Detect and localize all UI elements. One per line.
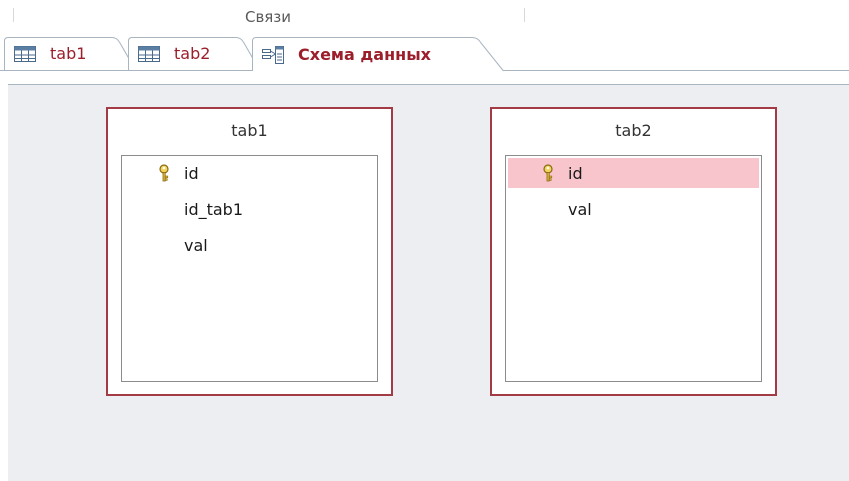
tab-schema[interactable]: Схема данных [252, 37, 504, 72]
table-icon [14, 45, 36, 62]
ribbon-separator [524, 8, 525, 22]
relationships-canvas[interactable]: tab1 id id_tab1 val tab2 id val [0, 84, 849, 481]
field-name: val [184, 235, 208, 255]
document-tabs: tab1 tab2 Схема данных [0, 34, 849, 84]
field-name: id [184, 163, 199, 183]
field-row[interactable]: val [508, 194, 759, 224]
field-name: id_tab1 [184, 199, 244, 219]
tab-tab1[interactable]: tab1 [4, 37, 136, 71]
key-icon [158, 164, 172, 182]
tab-label: Схема данных [298, 44, 431, 64]
tab-label: tab2 [174, 44, 211, 63]
relationships-icon [262, 46, 284, 64]
canvas-border [0, 84, 849, 85]
field-row-selected[interactable]: id [508, 158, 759, 188]
field-list[interactable]: id val [505, 155, 762, 382]
field-name: val [568, 199, 592, 219]
key-icon [542, 164, 556, 182]
table-title[interactable]: tab1 [108, 121, 391, 140]
table-title[interactable]: tab2 [492, 121, 775, 140]
field-list[interactable]: id id_tab1 val [121, 155, 378, 382]
table-box-tab1[interactable]: tab1 id id_tab1 val [106, 107, 393, 396]
field-name: id [568, 163, 583, 183]
ribbon-separator [13, 8, 14, 22]
field-row[interactable]: val [124, 230, 375, 260]
field-row[interactable]: id_tab1 [124, 194, 375, 224]
field-row[interactable]: id [124, 158, 375, 188]
table-icon [138, 45, 160, 62]
ribbon-group-strip: Связи [0, 0, 849, 34]
tab-label: tab1 [50, 44, 87, 63]
ribbon-group-label: Связи [244, 8, 292, 26]
tab-tab2[interactable]: tab2 [128, 37, 260, 71]
canvas-edge [0, 84, 8, 481]
table-box-tab2[interactable]: tab2 id val [490, 107, 777, 396]
